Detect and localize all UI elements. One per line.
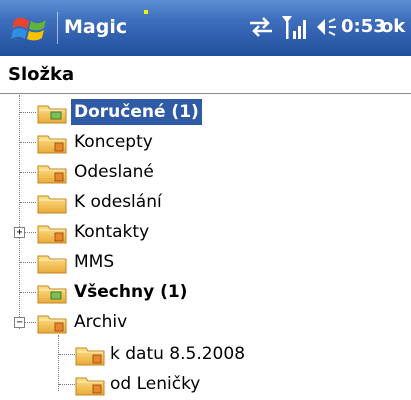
folder-label: Archiv <box>74 312 128 332</box>
folder-label: MMS <box>74 252 115 272</box>
folder-label: Odeslané <box>74 162 154 182</box>
expand-icon[interactable]: + <box>14 227 25 238</box>
folder-label: od Leničky <box>110 374 201 394</box>
signal-icon[interactable] <box>280 13 310 41</box>
drafts-folder-icon <box>37 135 67 154</box>
contacts-folder-icon <box>37 225 67 244</box>
ok-button[interactable]: ok <box>378 11 408 43</box>
folder-label: K odeslání <box>74 192 162 212</box>
app-title: Magic <box>64 16 128 38</box>
outbox-folder-icon <box>37 195 67 214</box>
folder-item-inbox[interactable]: Doručené (1) <box>0 97 411 127</box>
volume-icon[interactable] <box>315 15 339 39</box>
folder-icon <box>75 377 105 396</box>
folder-item-outbox[interactable]: K odeslání <box>0 187 411 217</box>
folder-header: Složka <box>0 56 411 94</box>
archive-folder-icon <box>37 315 67 334</box>
inbox-folder-icon <box>37 105 67 124</box>
folder-item-contacts[interactable]: + Kontakty <box>0 217 411 247</box>
folder-item-archive[interactable]: − Archiv <box>0 307 411 337</box>
folder-item-drafts[interactable]: Koncepty <box>0 127 411 157</box>
windows-start-icon[interactable] <box>10 10 50 50</box>
collapse-icon[interactable]: − <box>14 317 25 328</box>
folder-item-mms[interactable]: MMS <box>0 247 411 277</box>
folder-tree: Doručené (1) Koncepty Odeslané K odeslán… <box>0 95 411 400</box>
folder-label: Všechny (1) <box>74 282 188 302</box>
folder-icon <box>75 347 105 366</box>
folder-item-sent[interactable]: Odeslané <box>0 157 411 187</box>
folder-label: Doručené (1) <box>71 99 202 125</box>
page-title: Složka <box>8 64 75 85</box>
folder-item-archive-lenicky[interactable]: od Leničky <box>0 369 411 399</box>
folder-item-all[interactable]: Všechny (1) <box>0 277 411 307</box>
folder-label: k datu 8.5.2008 <box>110 344 246 364</box>
folder-label: Koncepty <box>74 132 153 152</box>
sync-icon[interactable] <box>246 16 276 38</box>
folder-icon <box>37 255 67 274</box>
folder-item-archive-date[interactable]: k datu 8.5.2008 <box>0 339 411 369</box>
title-separator <box>57 12 58 44</box>
title-bar: Magic 0:53 ok <box>0 0 411 56</box>
sent-folder-icon <box>37 165 67 184</box>
all-folder-icon <box>37 285 67 304</box>
notification-marker <box>144 10 148 14</box>
folder-label: Kontakty <box>74 222 150 242</box>
